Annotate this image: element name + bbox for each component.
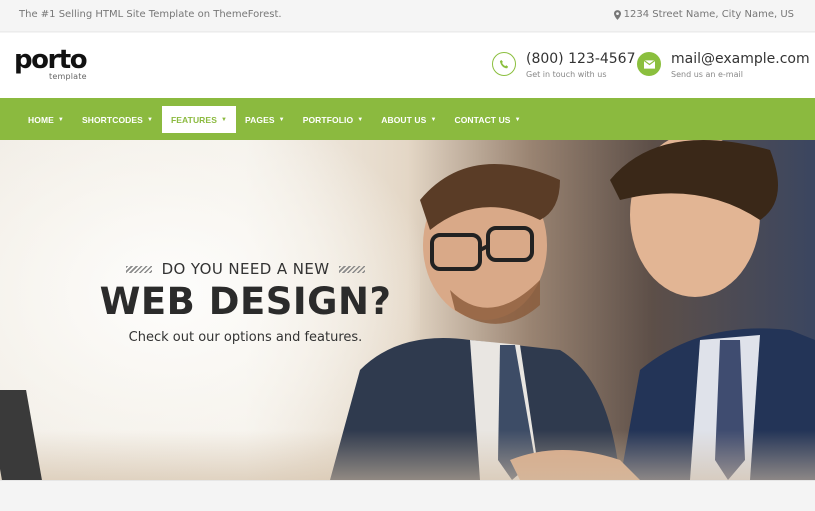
chevron-down-icon: ▼ <box>220 116 228 123</box>
header: porto template (800) 123-4567 Get in tou… <box>0 33 815 98</box>
chevron-down-icon: ▼ <box>278 116 285 123</box>
nav-item-pages[interactable]: PAGES ▼ <box>236 106 294 133</box>
email-address: mail@example.com <box>671 51 810 67</box>
hero-title: WEB DESIGN? <box>99 280 392 323</box>
hero-desk-shadow <box>0 430 815 480</box>
nav-item-shortcodes[interactable]: SHORTCODES ▼ <box>73 106 162 133</box>
nav-item-contact-us[interactable]: CONTACT US ▼ <box>445 106 529 133</box>
hero-slider: DO YOU NEED A NEW WEB DESIGN? Check out … <box>0 140 815 480</box>
nav-item-home[interactable]: HOME ▼ <box>19 106 73 133</box>
logo-wordmark: porto <box>14 45 88 75</box>
phone-caption: Get in touch with us <box>526 70 607 79</box>
chevron-down-icon: ▼ <box>514 116 521 123</box>
phone-contact[interactable]: (800) 123-4567 Get in touch with us <box>492 50 636 79</box>
chevron-down-icon: ▼ <box>57 116 64 123</box>
content-area <box>0 480 815 511</box>
nav-item-portfolio[interactable]: PORTFOLIO ▼ <box>294 106 373 133</box>
envelope-icon <box>637 52 661 76</box>
tagline: The #1 Selling HTML Site Template on The… <box>19 9 282 20</box>
main-nav: HOME ▼ SHORTCODES ▼ FEATURES ▼ PAGES ▼ PORTF… <box>0 98 815 143</box>
nav-item-about-us[interactable]: ABOUT US ▼ <box>372 106 445 133</box>
hero-caption: DO YOU NEED A NEW WEB DESIGN? Check out … <box>98 260 393 345</box>
address-text: 1234 Street Name, City Name, US <box>623 9 794 20</box>
nav-item-features[interactable]: FEATURES ▼ <box>161 106 237 133</box>
email-contact[interactable]: mail@example.com Send us an e-mail <box>637 50 810 79</box>
logo-subtitle: template <box>49 72 87 81</box>
chevron-down-icon: ▼ <box>146 116 153 123</box>
phone-icon <box>492 52 516 76</box>
hatch-decoration <box>125 265 152 273</box>
map-marker-icon <box>613 9 621 20</box>
hero-subtitle: Check out our options and features. <box>128 330 363 345</box>
phone-number: (800) 123-4567 <box>526 51 636 67</box>
chevron-down-icon: ▼ <box>430 116 437 123</box>
top-bar: The #1 Selling HTML Site Template on The… <box>0 0 815 32</box>
email-caption: Send us an e-mail <box>671 70 743 79</box>
hatch-decoration <box>339 265 366 273</box>
hero-pre-title: DO YOU NEED A NEW <box>98 260 393 278</box>
logo[interactable]: porto template <box>14 45 88 81</box>
address: 1234 Street Name, City Name, US <box>613 9 794 20</box>
chevron-down-icon: ▼ <box>357 116 364 123</box>
